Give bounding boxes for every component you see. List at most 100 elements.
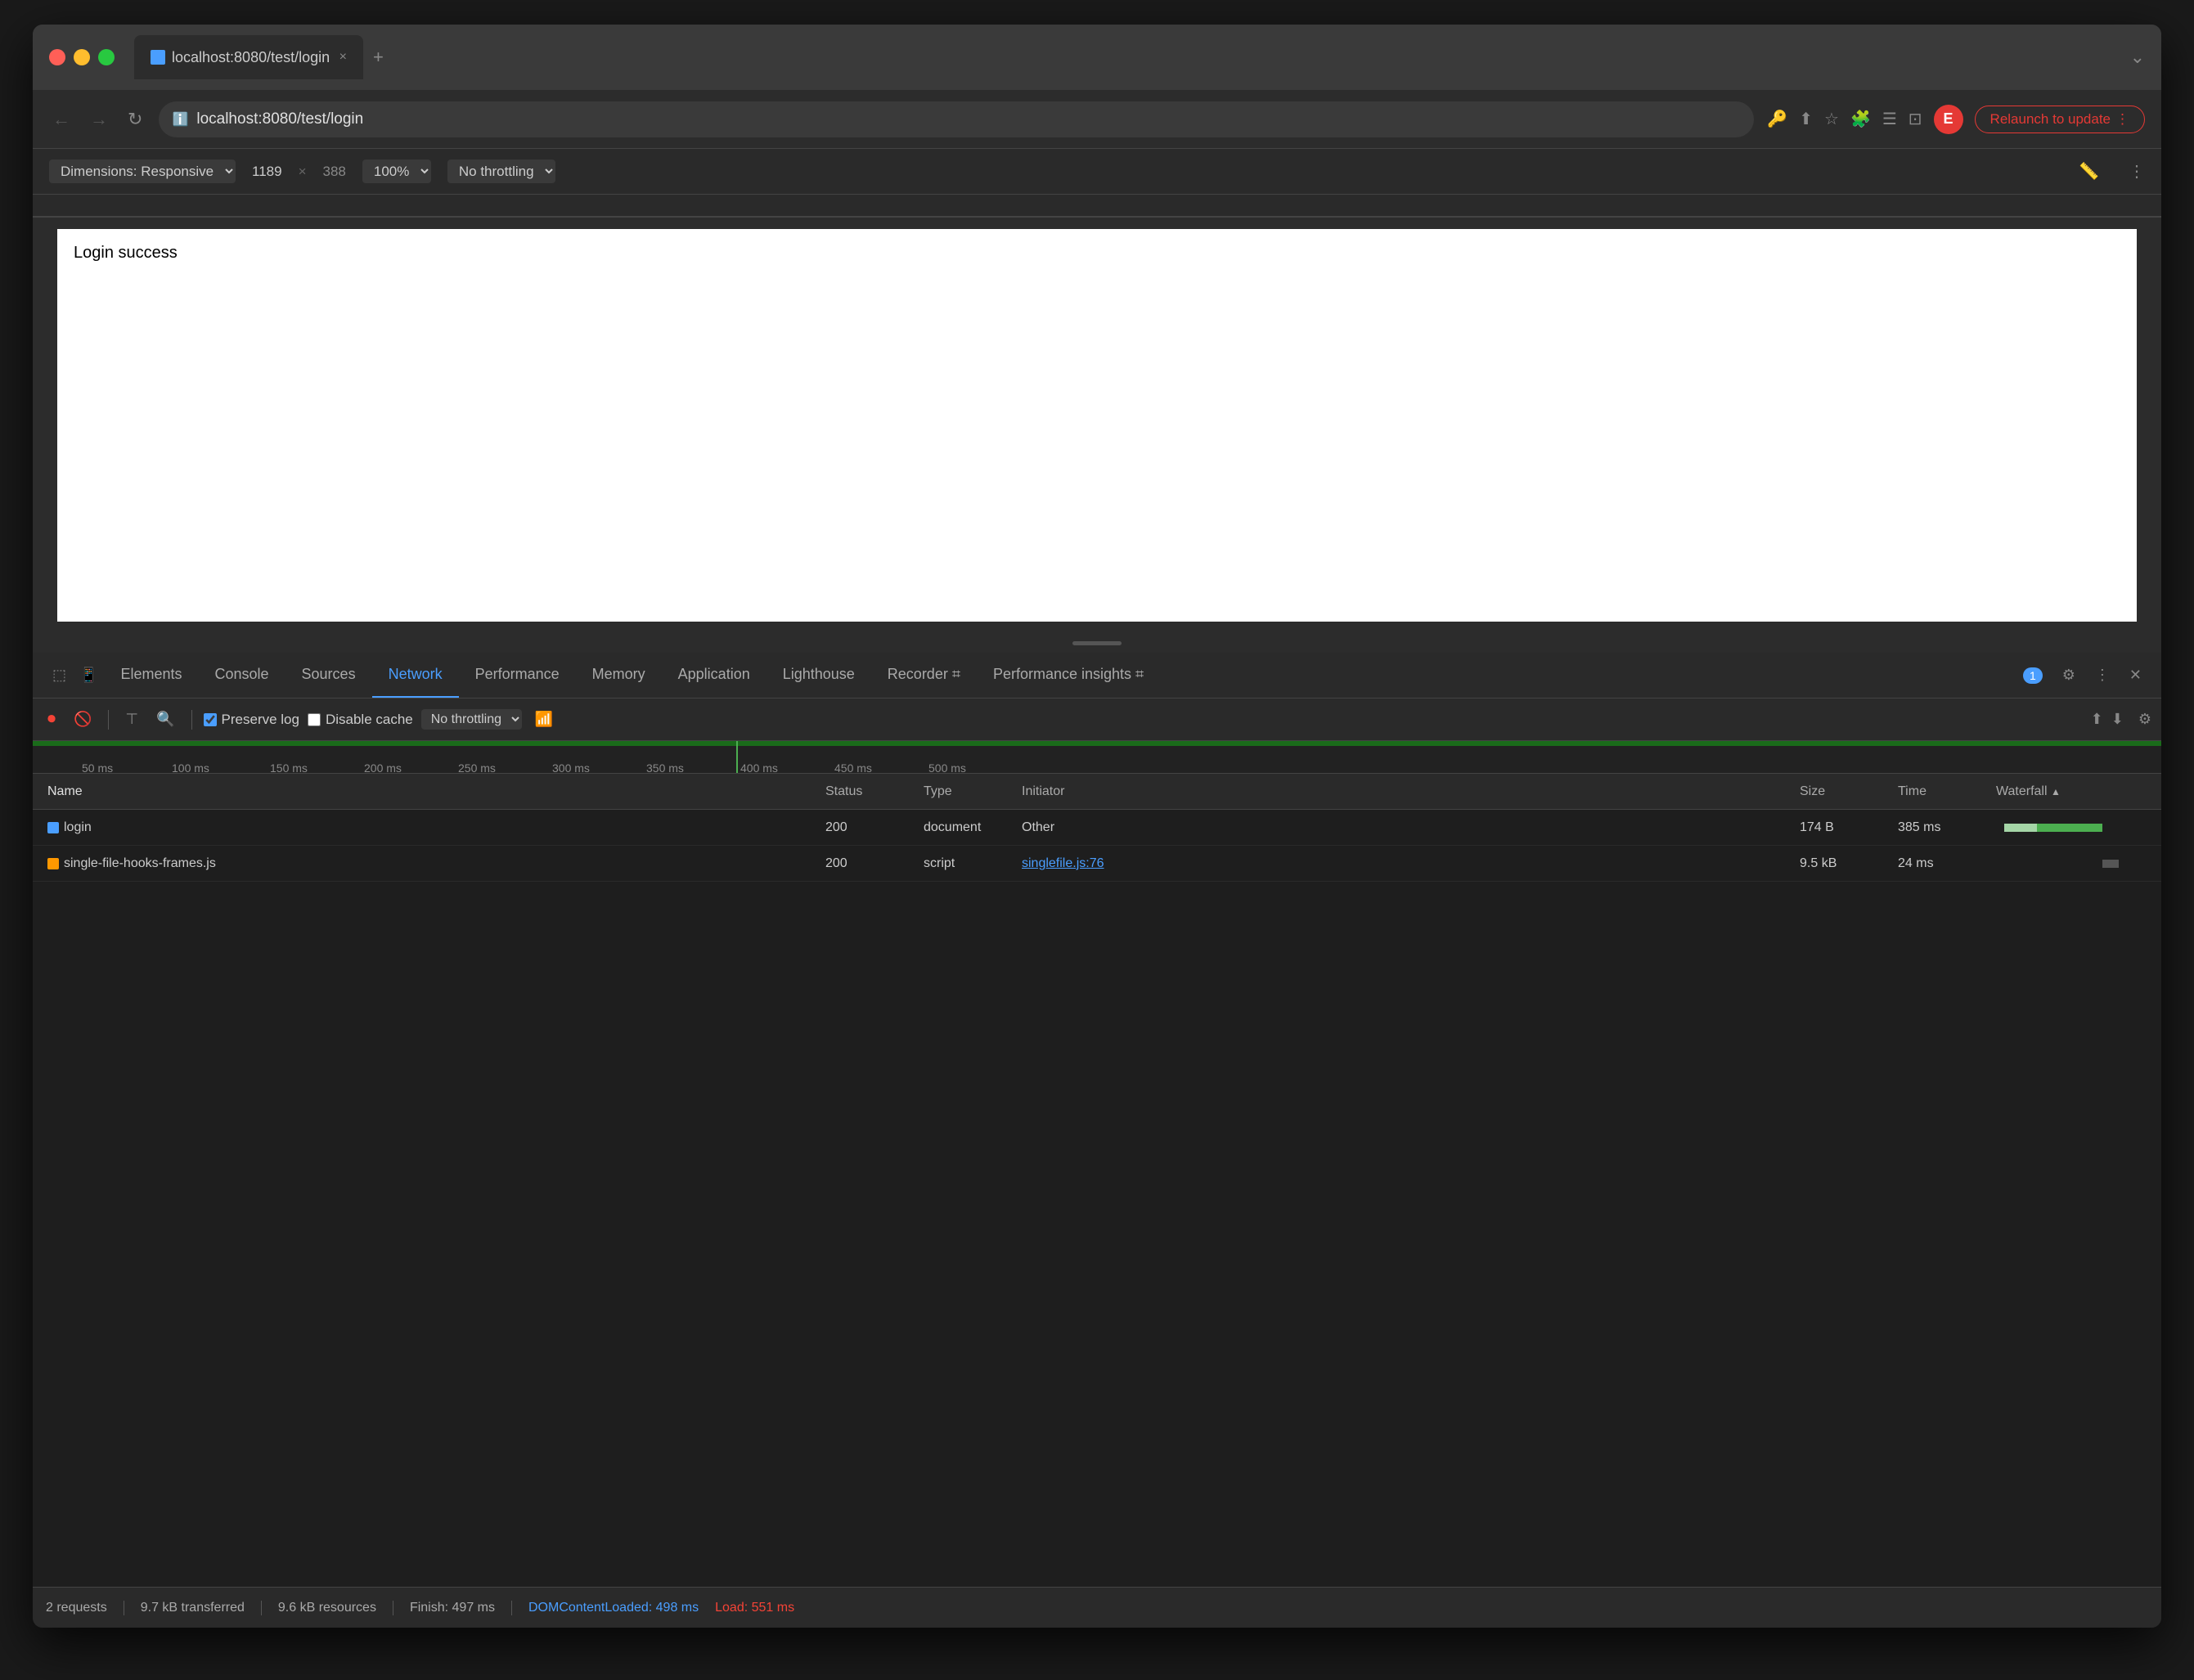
finish-time: Finish: 497 ms <box>410 1601 512 1615</box>
relaunch-menu-icon[interactable]: ⋮ <box>2115 111 2129 128</box>
header-size[interactable]: Size <box>1793 784 1891 799</box>
timeline-250ms: 250 ms <box>458 761 496 775</box>
devtools-panel: ⬚ 📱 Elements Console Sources Network Per… <box>33 653 2161 1628</box>
tab-performance[interactable]: Performance <box>459 653 576 698</box>
header-initiator[interactable]: Initiator <box>1015 784 1793 799</box>
row-1-name[interactable]: login <box>41 820 819 835</box>
wf-wait-1 <box>2004 824 2037 832</box>
tab-elements[interactable]: Elements <box>104 653 198 698</box>
timeline-400ms: 400 ms <box>740 761 778 775</box>
network-settings-icon[interactable]: ⚙ <box>2138 711 2151 728</box>
close-traffic-light[interactable] <box>49 49 65 65</box>
refresh-button[interactable]: ↻ <box>124 106 146 133</box>
device-mode-icon[interactable]: 📱 <box>73 662 104 689</box>
share-icon[interactable]: ⬆ <box>1799 109 1813 129</box>
timeline-marker <box>736 741 738 773</box>
devtools-more-icon[interactable]: ⋮ <box>2088 662 2116 689</box>
row-2-initiator[interactable]: singlefile.js:76 <box>1015 856 1793 871</box>
tab-lighthouse[interactable]: Lighthouse <box>767 653 871 698</box>
header-name[interactable]: Name <box>41 784 819 799</box>
drag-handle[interactable] <box>33 633 2161 653</box>
devtools-close-icon[interactable]: ✕ <box>2123 662 2148 689</box>
row-1-type: document <box>917 820 1015 835</box>
traffic-lights <box>49 49 115 65</box>
profile-button[interactable]: E <box>1934 105 1963 134</box>
dimensions-select[interactable]: Dimensions: Responsive <box>49 159 236 183</box>
header-waterfall[interactable]: Waterfall ▲ <box>1989 784 2153 799</box>
network-table[interactable]: Name Status Type Initiator Size Time Wat… <box>33 774 2161 1587</box>
tab-label: localhost:8080/test/login <box>172 49 330 66</box>
disable-cache-checkbox-wrapper[interactable]: Disable cache <box>308 712 413 728</box>
navigation-bar: ← → ↻ ℹ️ localhost:8080/test/login 🔑 ⬆ ☆… <box>33 90 2161 149</box>
devtools-tab-bar: ⬚ 📱 Elements Console Sources Network Per… <box>33 653 2161 699</box>
tab-recorder[interactable]: Recorder ⌗ <box>871 653 977 698</box>
active-tab[interactable]: localhost:8080/test/login × <box>134 35 363 79</box>
row-2-waterfall <box>1989 858 2153 869</box>
tab-console[interactable]: Console <box>198 653 285 698</box>
filter-icon[interactable]: ⊤ <box>120 707 143 731</box>
transferred-size: 9.7 kB transferred <box>141 1601 262 1615</box>
table-row[interactable]: single-file-hooks-frames.js 200 script s… <box>33 846 2161 882</box>
clear-button[interactable]: 🚫 <box>69 707 97 731</box>
viewport-width: 1189 <box>252 164 282 180</box>
devtools-settings-icon[interactable]: ⚙ <box>2056 662 2082 689</box>
tab-sources[interactable]: Sources <box>285 653 372 698</box>
extensions-icon[interactable]: 🧩 <box>1850 109 1871 129</box>
preserve-log-checkbox-wrapper[interactable]: Preserve log <box>204 712 299 728</box>
table-header: Name Status Type Initiator Size Time Wat… <box>33 774 2161 810</box>
row-1-size: 174 B <box>1793 820 1891 835</box>
row-1-status: 200 <box>819 820 917 835</box>
resources-size: 9.6 kB resources <box>278 1601 393 1615</box>
new-tab-button[interactable]: + <box>363 43 393 71</box>
header-status[interactable]: Status <box>819 784 917 799</box>
throttle-select-viewport[interactable]: No throttling <box>447 159 555 183</box>
dom-content-loaded: DOMContentLoaded: 498 ms <box>528 1601 699 1615</box>
disable-cache-checkbox[interactable] <box>308 713 321 726</box>
tab-close-btn[interactable]: × <box>339 50 347 65</box>
row-1-initiator: Other <box>1015 820 1793 835</box>
minimize-traffic-light[interactable] <box>74 49 90 65</box>
lock-icon: ℹ️ <box>172 111 188 128</box>
doc-icon <box>47 822 59 833</box>
throttle-dropdown[interactable]: No throttling <box>421 709 522 730</box>
import-har-icon[interactable]: ⬆ <box>2091 711 2103 728</box>
star-icon[interactable]: ☆ <box>1824 109 1839 129</box>
search-icon[interactable]: 🔍 <box>151 707 179 731</box>
ruler-icon[interactable]: 📏 <box>2079 161 2099 182</box>
device-toolbar: Dimensions: Responsive 1189 × 388 100% N… <box>33 149 2161 195</box>
tab-bar: localhost:8080/test/login × + <box>134 35 2120 79</box>
nav-actions: 🔑 ⬆ ☆ 🧩 ☰ ⊡ E Relaunch to update ⋮ <box>1767 105 2145 134</box>
row-2-name[interactable]: single-file-hooks-frames.js <box>41 856 819 871</box>
tab-memory[interactable]: Memory <box>576 653 662 698</box>
maximize-traffic-light[interactable] <box>98 49 115 65</box>
row-2-size: 9.5 kB <box>1793 856 1891 871</box>
key-icon[interactable]: 🔑 <box>1767 109 1787 129</box>
element-picker-icon[interactable]: ⬚ <box>46 662 73 689</box>
header-time[interactable]: Time <box>1891 784 1989 799</box>
tab-favicon <box>151 50 165 65</box>
address-bar[interactable]: ℹ️ localhost:8080/test/login <box>159 101 1754 137</box>
forward-button[interactable]: → <box>87 106 111 133</box>
tab-performance-insights[interactable]: Performance insights ⌗ <box>977 653 1160 698</box>
online-status-icon[interactable]: 📶 <box>530 707 558 731</box>
export-har-icon[interactable]: ⬇ <box>2111 711 2124 728</box>
tab-network[interactable]: Network <box>372 653 459 698</box>
tab-application[interactable]: Application <box>662 653 767 698</box>
preserve-log-checkbox[interactable] <box>204 713 217 726</box>
preserve-log-label: Preserve log <box>222 712 299 728</box>
zoom-select[interactable]: 100% <box>362 159 431 183</box>
devtools-right-icons: 1 ⚙ ⋮ ✕ <box>2023 662 2148 689</box>
viewport-height: 388 <box>323 164 346 180</box>
reader-mode-icon[interactable]: ⊡ <box>1909 109 1922 129</box>
back-button[interactable]: ← <box>49 106 74 133</box>
header-type[interactable]: Type <box>917 784 1015 799</box>
timeline-100ms: 100 ms <box>172 761 209 775</box>
browser-window: localhost:8080/test/login × + ⌄ ← → ↻ ℹ️… <box>33 25 2161 1628</box>
window-controls[interactable]: ⌄ <box>2130 47 2145 68</box>
device-toolbar-more[interactable]: ⋮ <box>2129 161 2145 182</box>
timeline-200ms: 200 ms <box>364 761 402 775</box>
profile-menu-icon[interactable]: ☰ <box>1882 109 1897 129</box>
record-button[interactable]: ⏺ <box>43 707 61 732</box>
table-row[interactable]: login 200 document Other 174 B 385 ms <box>33 810 2161 846</box>
relaunch-button[interactable]: Relaunch to update ⋮ <box>1975 106 2145 133</box>
